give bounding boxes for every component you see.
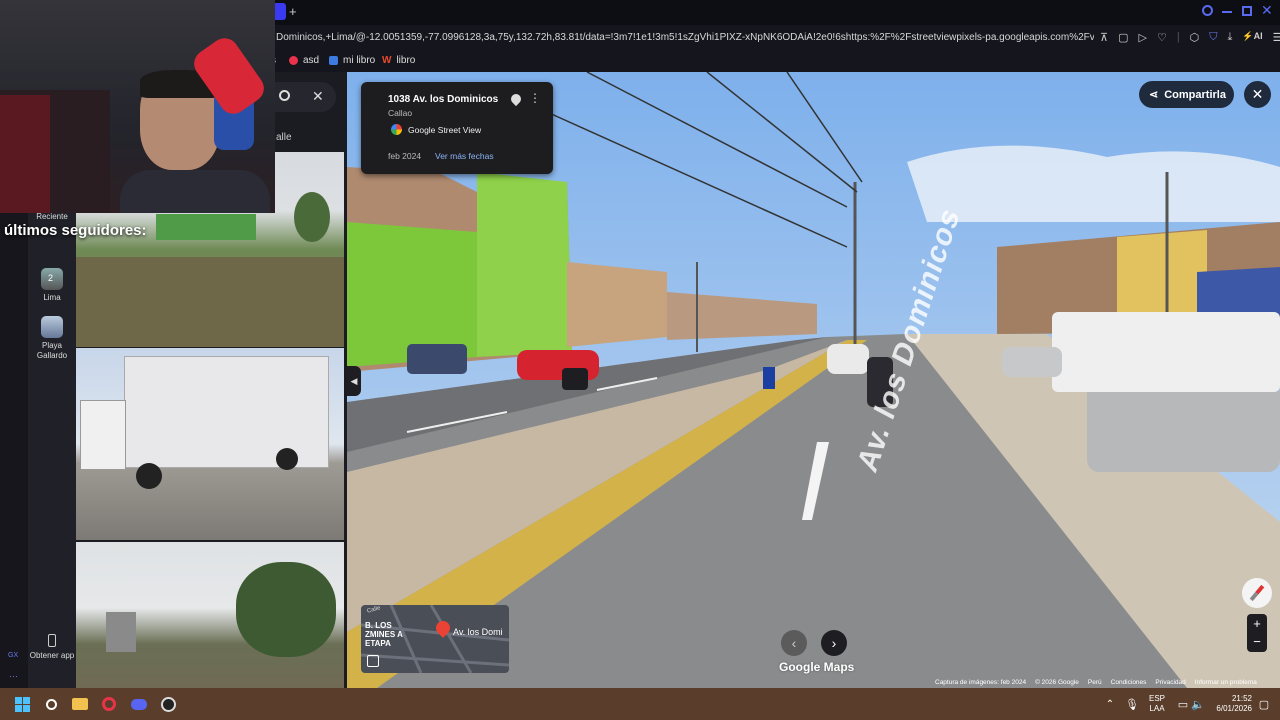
divider: | — [1176, 31, 1180, 43]
bookmark-icon — [289, 56, 298, 65]
capture-date: feb 2024 — [388, 151, 422, 161]
phone-icon — [48, 634, 56, 647]
more-icon[interactable]: ··· — [9, 671, 18, 681]
recent-place-icon: 2 — [41, 268, 63, 290]
file-explorer-icon[interactable] — [70, 694, 90, 714]
result-photo[interactable] — [76, 348, 344, 540]
start-button[interactable] — [12, 694, 32, 714]
ai-button[interactable]: ⚡AI — [1242, 31, 1262, 44]
google-g-icon — [391, 124, 402, 135]
chevron-up-icon[interactable]: ⌃ — [1100, 694, 1120, 714]
url-text[interactable]: Dominicos,+Lima/@-12.0051359,-77.0996128… — [276, 32, 1094, 43]
place-info-card[interactable]: 1038 Av. los Dominicos ⋮ Callao Google S… — [361, 82, 553, 174]
results-partial-label: alle — [276, 132, 292, 143]
bookmark-item[interactable]: Wlibro — [382, 55, 415, 66]
bookmark-icon — [329, 56, 338, 65]
share-icon: ⋖ — [1149, 89, 1159, 101]
clock[interactable]: 21:52 6/01/2026 — [1210, 694, 1252, 714]
close-street-view-button[interactable]: ✕ — [1244, 81, 1271, 108]
volume-icon[interactable]: 🔈 — [1188, 694, 1208, 714]
minimap-area-label: B. LOS ZMINES A ETAPA — [365, 621, 403, 648]
place-subtitle: Callao — [388, 108, 413, 118]
notifications-icon[interactable]: ▢ — [1254, 694, 1274, 714]
bookmark-item[interactable]: asd — [289, 55, 319, 66]
place-title[interactable]: 1038 Av. los Dominicos — [388, 94, 498, 105]
next-arrow-button[interactable]: › — [821, 630, 847, 656]
pin-icon[interactable] — [508, 91, 524, 107]
close-window-button[interactable]: ✕ — [1261, 2, 1273, 19]
more-options-icon[interactable]: ⋮ — [529, 91, 541, 105]
bookmark-icon: W — [382, 55, 392, 66]
clear-search-icon[interactable]: ✕ — [312, 88, 324, 105]
discord-icon[interactable] — [129, 694, 149, 714]
minimize-button[interactable] — [1222, 11, 1232, 13]
followers-overlay-title: últimos seguidores: — [4, 222, 147, 239]
search-icon[interactable] — [279, 90, 290, 101]
wallet-icon[interactable]: ⛉ — [1209, 31, 1217, 44]
previous-arrow-button[interactable]: ‹ — [781, 630, 807, 656]
maximize-button[interactable] — [1242, 6, 1252, 16]
collapse-panel-button[interactable]: ◀ — [347, 366, 361, 396]
compass-icon[interactable] — [1242, 578, 1272, 608]
webcam-overlay — [0, 0, 275, 213]
pin-icon[interactable]: ⊼ — [1100, 31, 1108, 44]
share-button[interactable]: ⋖ Compartirla — [1139, 81, 1234, 108]
minimap[interactable]: B. LOS ZMINES A ETAPA Calle Av. los Domi — [361, 605, 509, 673]
bookmark-item[interactable]: mi libro — [329, 55, 375, 66]
recent-label: Reciente — [36, 212, 68, 221]
opera-gx-icon[interactable] — [99, 694, 119, 714]
result-photo[interactable] — [76, 542, 344, 688]
heart-icon[interactable]: ♡ — [1157, 31, 1167, 44]
new-tab-button[interactable]: + — [289, 4, 297, 19]
zoom-in-button[interactable]: + — [1247, 614, 1267, 633]
zoom-controls: + − — [1247, 614, 1267, 652]
obs-icon[interactable] — [158, 694, 178, 714]
microphone-icon[interactable]: 🎙 — [1122, 694, 1142, 714]
google-maps-watermark: Google Maps — [779, 660, 855, 674]
minimap-place-label: Av. los Domi — [453, 627, 503, 637]
download-icon[interactable]: ⤓ — [1228, 31, 1233, 44]
expand-map-icon[interactable] — [367, 655, 379, 667]
sidebar-item-playa-gallardo[interactable]: Playa Gallardo — [28, 316, 76, 361]
recent-place-icon — [41, 316, 63, 338]
search-icon[interactable] — [1202, 5, 1213, 16]
street-view-source: Google Street View — [408, 125, 482, 135]
gx-icon[interactable]: GX — [8, 652, 18, 659]
tab-icon[interactable]: ▢ — [1118, 31, 1128, 44]
menu-icon[interactable]: ☰ — [1273, 31, 1280, 44]
windows-taskbar: ⌃ 🎙 ESP LAA ▭ 🔈 21:52 6/01/2026 ▢ — [0, 688, 1280, 720]
more-dates-link[interactable]: Ver más fechas — [435, 151, 494, 161]
zoom-out-button[interactable]: − — [1247, 633, 1267, 652]
get-app-button[interactable]: Obtener app — [28, 634, 76, 661]
play-icon[interactable]: ▷ — [1138, 31, 1146, 44]
language-indicator[interactable]: ESP LAA — [1149, 694, 1165, 714]
extensions-icon[interactable]: ⬡ — [1190, 31, 1200, 44]
sidebar-item-lima[interactable]: 2 Lima — [28, 268, 76, 302]
search-icon[interactable] — [41, 694, 61, 714]
